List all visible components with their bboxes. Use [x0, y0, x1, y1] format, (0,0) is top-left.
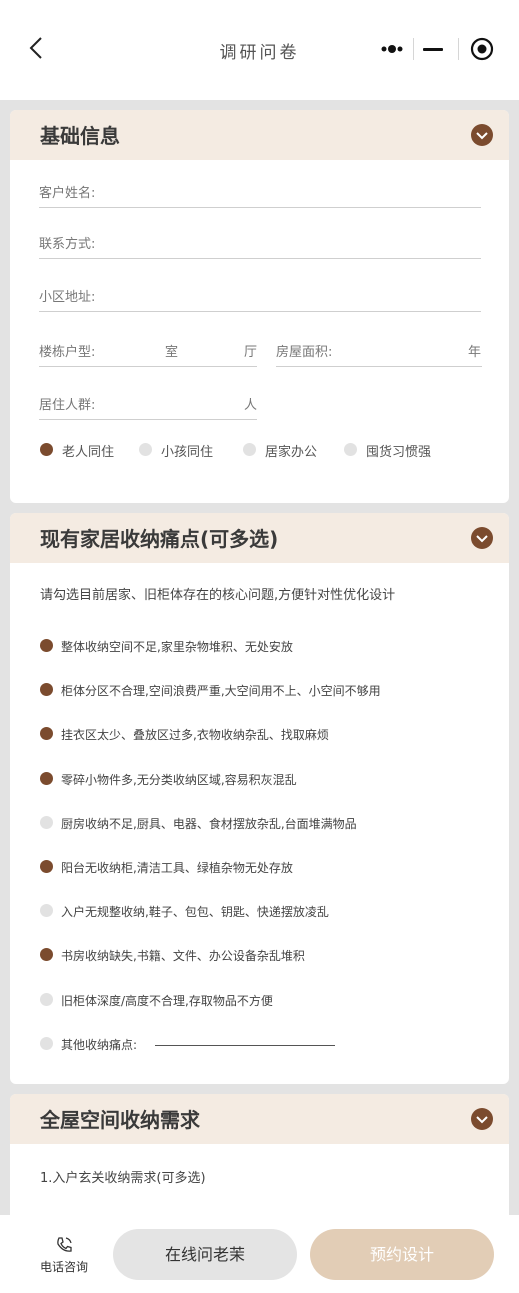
hall-unit: 厅	[244, 345, 258, 360]
online-ask-button[interactable]: 在线问老茉	[113, 1229, 297, 1280]
field-label: 居住人群:	[39, 398, 96, 413]
minimize-icon[interactable]	[423, 48, 443, 51]
section-title: 全屋空间收纳需求	[40, 1108, 200, 1132]
field-label: 房屋面积:	[276, 345, 333, 360]
capsule-divider	[413, 38, 414, 60]
section-title: 现有家居收纳痛点(可多选)	[40, 527, 279, 551]
people-unit: 人	[244, 398, 258, 413]
field-label: 小区地址:	[39, 290, 96, 305]
pain-points-header[interactable]: 现有家居收纳痛点(可多选)	[10, 513, 509, 563]
other-input-line[interactable]	[155, 1045, 335, 1046]
book-design-button[interactable]: 预约设计	[310, 1229, 494, 1280]
whole-house-header[interactable]: 全屋空间收纳需求	[10, 1094, 509, 1144]
checkbox-dot	[40, 993, 53, 1006]
close-target-icon[interactable]	[470, 37, 494, 61]
area-field[interactable]: 房屋面积: 年	[276, 341, 482, 367]
checkbox-dot	[40, 860, 53, 873]
radio-dot	[243, 443, 256, 456]
more-dots-icon[interactable]	[374, 36, 410, 62]
checkbox-dot	[40, 639, 53, 652]
residents-field[interactable]: 居住人群: 人	[39, 394, 257, 420]
option-label: 居家办公	[265, 445, 318, 460]
checkbox-dot	[40, 683, 53, 696]
room-unit: 室	[165, 345, 179, 360]
pain-intro: 请勾选目前居家、旧柜体存在的核心问题,方便针对性优化设计	[40, 588, 396, 603]
checkbox-dot	[40, 1037, 53, 1050]
radio-dot	[344, 443, 357, 456]
field-label: 楼栋户型:	[39, 345, 96, 360]
checkbox-dot	[40, 904, 53, 917]
option-label: 阳台无收纳柜,清洁工具、绿植杂物无处存放	[61, 861, 293, 875]
option-label: 整体收纳空间不足,家里杂物堆积、无处安放	[61, 640, 293, 654]
pain-points-card: 现有家居收纳痛点(可多选) 请勾选目前居家、旧柜体存在的核心问题,方便针对性优化…	[10, 513, 509, 1084]
checkbox-dot	[40, 948, 53, 961]
address-field[interactable]: 小区地址:	[39, 286, 481, 312]
question-label: 1.入户玄关收纳需求(可多选)	[40, 1171, 206, 1186]
mini-program-capsule	[366, 32, 502, 66]
capsule-divider	[458, 38, 459, 60]
chevron-down-icon[interactable]	[471, 1108, 493, 1130]
radio-dot	[40, 443, 53, 456]
field-label: 客户姓名:	[39, 186, 96, 201]
option-label: 零碎小物件多,无分类收纳区域,容易积灰混乱	[61, 773, 297, 787]
field-label: 联系方式:	[39, 237, 96, 252]
phone-consult-button[interactable]: 电话咨询	[36, 1235, 92, 1279]
section-title: 基础信息	[40, 124, 120, 148]
option-label: 柜体分区不合理,空间浪费严重,大空间用不上、小空间不够用	[61, 684, 381, 698]
nav-bar: 调研问卷	[0, 0, 519, 100]
chevron-down-icon[interactable]	[471, 124, 493, 146]
option-label: 小孩同住	[161, 445, 214, 460]
contact-field[interactable]: 联系方式:	[39, 233, 481, 259]
phone-label: 电话咨询	[39, 1260, 88, 1274]
customer-name-field[interactable]: 客户姓名:	[39, 182, 481, 208]
option-label: 囤货习惯强	[366, 445, 432, 460]
whole-house-card: 全屋空间收纳需求 1.入户玄关收纳需求(可多选)	[10, 1094, 509, 1234]
option-label: 厨房收纳不足,厨具、电器、食材摆放杂乱,台面堆满物品	[61, 817, 357, 831]
checkbox-dot	[40, 727, 53, 740]
bottom-bar: 电话咨询 在线问老茉 预约设计	[0, 1215, 519, 1293]
year-unit: 年	[468, 345, 482, 360]
basic-info-header[interactable]: 基础信息	[10, 110, 509, 160]
checkbox-dot	[40, 816, 53, 829]
option-label: 挂衣区太少、叠放区过多,衣物收纳杂乱、找取麻烦	[61, 728, 329, 742]
option-label: 其他收纳痛点:	[61, 1038, 138, 1052]
checkbox-dot	[40, 772, 53, 785]
layout-field[interactable]: 楼栋户型: 室 厅	[39, 341, 257, 367]
basic-info-card: 基础信息 客户姓名: 联系方式: 小区地址: 楼栋户型: 室 厅 房屋面积: 年…	[10, 110, 509, 503]
chevron-down-icon[interactable]	[471, 527, 493, 549]
option-label: 书房收纳缺失,书籍、文件、办公设备杂乱堆积	[61, 949, 305, 963]
option-label: 入户无规整收纳,鞋子、包包、钥匙、快递摆放凌乱	[61, 905, 329, 919]
option-label: 老人同住	[62, 445, 115, 460]
phone-icon	[57, 1237, 72, 1252]
option-label: 旧柜体深度/高度不合理,存取物品不方便	[61, 994, 273, 1008]
radio-dot	[139, 443, 152, 456]
